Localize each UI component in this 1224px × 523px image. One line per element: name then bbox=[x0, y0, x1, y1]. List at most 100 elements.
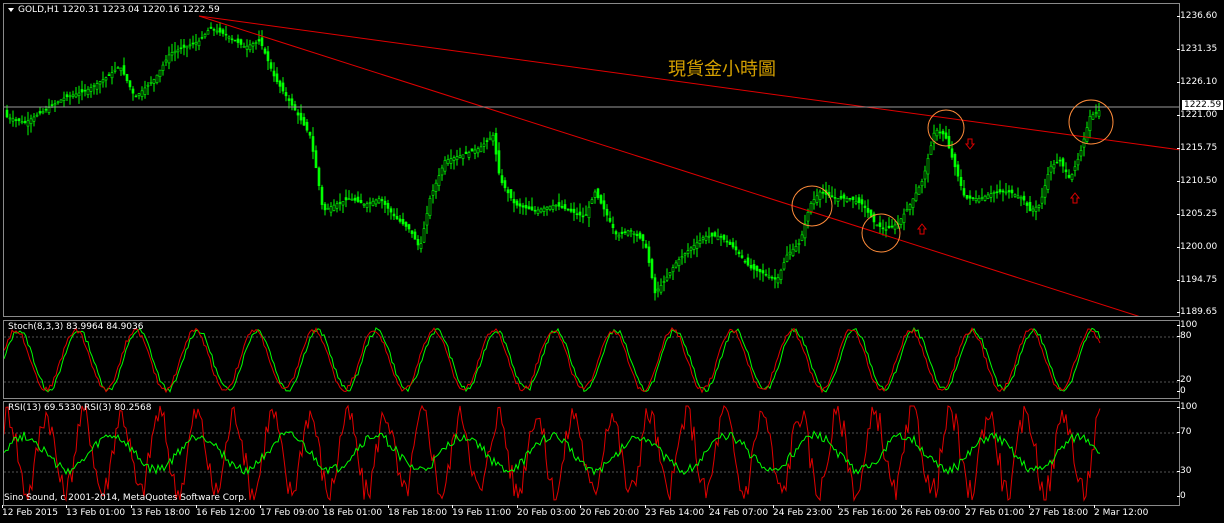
candle-body bbox=[548, 205, 552, 210]
candle-body bbox=[398, 218, 402, 222]
candle-body bbox=[110, 72, 114, 79]
candle-body bbox=[662, 281, 666, 283]
candle-body bbox=[176, 49, 180, 53]
candle-body bbox=[830, 195, 834, 198]
candle-body bbox=[419, 243, 423, 249]
candle-body bbox=[785, 254, 789, 262]
candle-body bbox=[764, 273, 768, 276]
price-chart-pane[interactable]: GOLD,H1 1220.31 1223.04 1220.16 1222.59 bbox=[3, 3, 1180, 317]
candle-body bbox=[383, 200, 387, 205]
axis-tick-label: 100 bbox=[1176, 402, 1198, 412]
candle-body bbox=[275, 73, 279, 82]
axis-tick-label: 100 bbox=[1176, 320, 1198, 330]
candle-body bbox=[851, 196, 855, 201]
candle-body bbox=[941, 130, 945, 135]
candle-body bbox=[875, 224, 879, 227]
candle-body bbox=[1040, 196, 1044, 204]
candle-body bbox=[641, 234, 645, 242]
candle-body bbox=[878, 222, 882, 227]
time-axis-label: 24 Feb 23:00 bbox=[773, 505, 833, 518]
candle-body bbox=[839, 195, 843, 199]
candle-body bbox=[341, 200, 345, 206]
candle-body bbox=[695, 242, 699, 249]
candle-body bbox=[581, 215, 585, 218]
candle-body bbox=[143, 87, 147, 95]
candle-body bbox=[89, 87, 93, 92]
candle-body bbox=[821, 191, 825, 194]
candle-body bbox=[791, 248, 795, 257]
candle-body bbox=[323, 203, 327, 211]
candle-body bbox=[68, 95, 72, 98]
candle-body bbox=[1037, 204, 1041, 208]
candle-body bbox=[635, 233, 639, 237]
candle-body bbox=[1091, 114, 1095, 120]
time-axis-label: 19 Feb 11:00 bbox=[452, 505, 512, 518]
candle-body bbox=[440, 167, 444, 176]
candle-body bbox=[977, 198, 981, 203]
candle-body bbox=[776, 277, 780, 284]
candle-body bbox=[524, 204, 528, 209]
candle-body bbox=[296, 112, 300, 116]
candle-body bbox=[557, 202, 561, 207]
candle-body bbox=[395, 215, 399, 220]
candle-body bbox=[263, 48, 267, 54]
candle-body bbox=[986, 194, 990, 199]
candle-body bbox=[401, 219, 405, 225]
candle-body bbox=[920, 181, 924, 187]
candle-body bbox=[989, 193, 993, 198]
candle-body bbox=[596, 188, 600, 198]
rsi-pane[interactable]: RSI(13) 69.5330 RSI(3) 80.2568 bbox=[3, 401, 1180, 506]
annotation-circle bbox=[861, 213, 901, 253]
candle-body bbox=[416, 239, 420, 246]
time-axis-label: 26 Feb 09:00 bbox=[901, 505, 961, 518]
candle-body bbox=[479, 146, 483, 153]
candle-body bbox=[155, 74, 159, 83]
candle-body bbox=[1097, 110, 1101, 117]
candle-body bbox=[968, 195, 972, 199]
candle-body bbox=[1064, 169, 1068, 173]
candle-body bbox=[566, 208, 570, 211]
candle-body bbox=[29, 118, 33, 124]
candle-body bbox=[797, 243, 801, 245]
candle-body bbox=[743, 260, 747, 263]
candle-body bbox=[740, 255, 744, 258]
candle-body bbox=[728, 241, 732, 245]
candle-body bbox=[209, 26, 213, 29]
candle-body bbox=[260, 37, 264, 47]
time-axis-label: 27 Feb 01:00 bbox=[965, 505, 1025, 518]
candle-body bbox=[1055, 161, 1059, 164]
chevron-down-icon[interactable] bbox=[8, 7, 14, 12]
candle-body bbox=[770, 276, 774, 279]
candle-body bbox=[230, 38, 234, 41]
candle-body bbox=[575, 213, 579, 216]
axis-tick-label: 1231.35 bbox=[1176, 44, 1218, 54]
candle-body bbox=[704, 235, 708, 241]
candle-body bbox=[905, 209, 909, 212]
candle-body bbox=[860, 199, 864, 205]
candle-body bbox=[35, 114, 39, 117]
candle-body bbox=[458, 155, 462, 158]
candle-body bbox=[650, 259, 654, 279]
candle-body bbox=[452, 157, 456, 161]
candle-body bbox=[788, 251, 792, 255]
candle-body bbox=[86, 88, 90, 96]
candle-body bbox=[833, 197, 837, 199]
chart-title-annotation: 現貨金小時圖 bbox=[668, 59, 776, 80]
candle-body bbox=[608, 217, 612, 222]
candle-body bbox=[1007, 190, 1011, 193]
candle-body bbox=[836, 198, 840, 202]
candle-body bbox=[311, 136, 315, 152]
candle-body bbox=[611, 223, 615, 229]
candle-body bbox=[47, 107, 51, 113]
candle-body bbox=[857, 197, 861, 203]
candle-body bbox=[131, 88, 135, 94]
candle-body bbox=[1079, 150, 1083, 157]
stochastic-pane[interactable]: Stoch(8,3,3) 83.9964 84.9036 bbox=[3, 320, 1180, 399]
candle-body bbox=[674, 262, 678, 268]
candle-body bbox=[1019, 197, 1023, 200]
candle-body bbox=[485, 140, 489, 142]
candle-body bbox=[845, 198, 849, 202]
candle-body bbox=[1001, 190, 1005, 193]
candle-body bbox=[446, 159, 450, 164]
candle-body bbox=[569, 208, 573, 212]
